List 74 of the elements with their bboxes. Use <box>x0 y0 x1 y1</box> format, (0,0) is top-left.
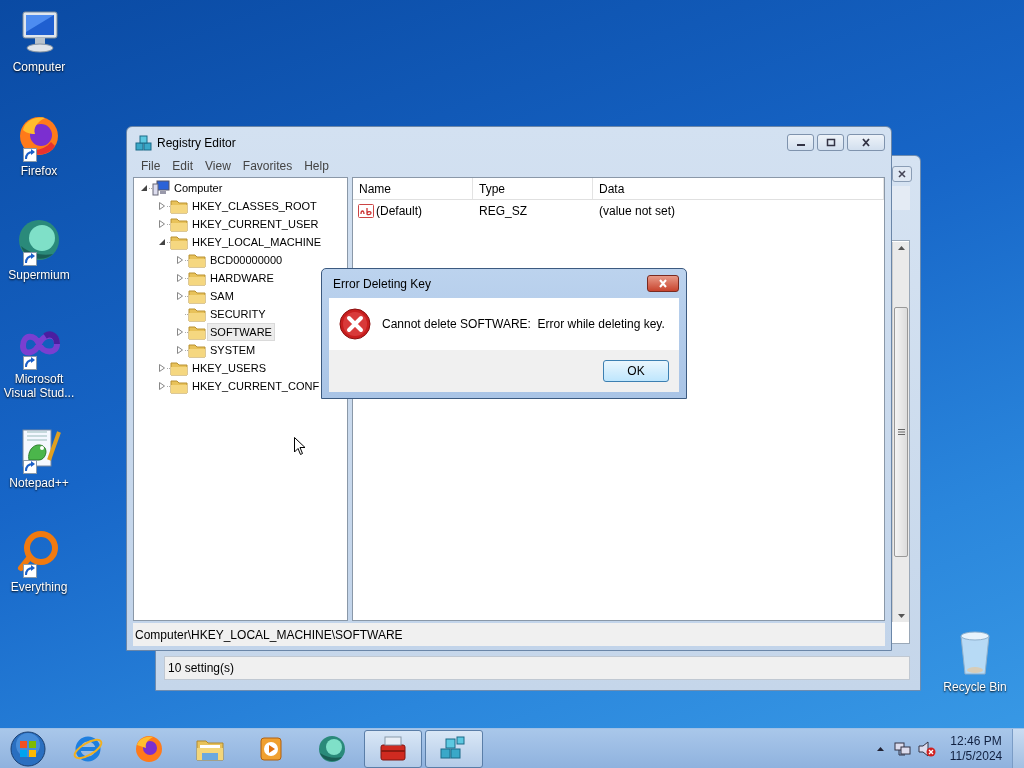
close-button[interactable] <box>647 275 679 292</box>
column-header[interactable]: Type <box>473 178 593 199</box>
close-icon <box>658 279 668 288</box>
up-arrow-icon <box>897 246 905 250</box>
clock[interactable]: 12:46 PM 11/5/2024 <box>948 733 1004 764</box>
muted-speaker-icon <box>918 740 936 757</box>
tree-item[interactable]: HARDWARE <box>207 269 277 287</box>
ok-button[interactable]: OK <box>603 360 669 382</box>
tree-item[interactable]: HKEY_CURRENT_USER <box>189 215 322 233</box>
tree-item[interactable]: HKEY_LOCAL_MACHINE <box>189 233 324 251</box>
menu-item[interactable]: Help <box>304 158 329 174</box>
down-arrow-icon <box>897 614 905 618</box>
icon-label[interactable]: Computer <box>0 60 78 74</box>
cubes-icon <box>135 133 153 152</box>
folder-icon <box>170 234 188 250</box>
tree-item[interactable]: SOFTWARE <box>207 323 275 341</box>
scrollbar[interactable] <box>892 242 909 622</box>
mouse-pointer-icon <box>294 437 306 456</box>
table-cell-text: REG_SZ <box>478 203 528 220</box>
maximize-icon <box>825 138 836 147</box>
close-icon <box>898 170 906 178</box>
tree-item[interactable]: SYSTEM <box>207 341 259 359</box>
folder-icon <box>188 306 206 322</box>
taskbar-button[interactable] <box>364 729 422 768</box>
clock-date: 11/5/2024 <box>949 748 1003 764</box>
menu-item[interactable]: File <box>141 158 161 174</box>
computer-icon <box>152 180 170 196</box>
tree-item[interactable]: BCD00000000 <box>207 251 286 269</box>
minimize-button[interactable] <box>787 134 814 151</box>
status-text: Computer\HKEY_LOCAL_MACHINE\SOFTWARE <box>135 626 403 644</box>
folder-icon <box>170 378 188 394</box>
string-value-icon <box>358 204 374 218</box>
icon-label[interactable]: Microsoft Visual Stud... <box>0 372 78 400</box>
folder-icon <box>188 270 206 286</box>
tree-item[interactable]: SAM <box>207 287 237 305</box>
error-message: Cannot delete SOFTWARE: Error while deleting key. <box>382 316 665 333</box>
folder-icon <box>188 342 206 358</box>
window-title: Registry Editor <box>157 134 236 152</box>
tree-item[interactable]: Computer <box>171 179 226 197</box>
grip-icon <box>897 429 905 435</box>
table-cell-text: (value not set) <box>598 203 677 220</box>
tree-item[interactable]: HKEY_CLASSES_ROOT <box>189 197 320 215</box>
close-button[interactable] <box>847 134 885 151</box>
caret-up-icon <box>876 746 884 751</box>
table-cell-text: (Default) <box>376 203 422 220</box>
scrollbar-thumb[interactable] <box>894 307 908 557</box>
folder-icon <box>188 252 206 268</box>
tree-item[interactable]: SECURITY <box>207 305 269 323</box>
folder-icon <box>188 288 206 304</box>
icon-label[interactable]: Firefox <box>0 164 78 178</box>
close-button[interactable] <box>892 166 912 182</box>
icon-label[interactable]: Everything <box>0 580 78 594</box>
network-icon <box>894 740 912 757</box>
column-header[interactable]: Data <box>593 178 884 199</box>
error-icon <box>339 308 371 340</box>
folder-icon <box>170 360 188 376</box>
maximize-button[interactable] <box>817 134 844 151</box>
column-header[interactable]: Name <box>353 178 473 199</box>
tree-item[interactable]: HKEY_USERS <box>189 359 269 377</box>
menu-item[interactable]: Favorites <box>242 158 293 174</box>
clock-time: 12:46 PM <box>950 733 1002 749</box>
dialog-title: Error Deleting Key <box>333 275 432 293</box>
status-text: 10 setting(s) <box>168 660 235 677</box>
folder-icon <box>188 324 206 340</box>
folder-icon <box>170 198 188 214</box>
menu-item[interactable]: Edit <box>172 158 194 174</box>
icon-label[interactable]: Supermium <box>0 268 78 282</box>
taskbar-button[interactable] <box>425 729 483 768</box>
windows-orb-icon <box>9 729 47 768</box>
folder-icon <box>170 216 188 232</box>
menu-item[interactable]: View <box>205 158 231 174</box>
close-icon <box>861 138 871 147</box>
tree-item[interactable]: HKEY_CURRENT_CONF <box>189 377 323 395</box>
icon-label[interactable]: Notepad++ <box>0 476 78 490</box>
